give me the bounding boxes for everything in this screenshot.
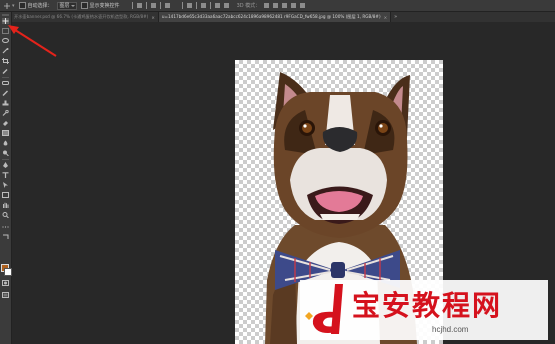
eyedropper-tool-icon[interactable] [2,68,9,74]
close-icon[interactable]: × [151,15,155,20]
toolbar-divider [2,159,9,160]
align-right-icon[interactable] [164,3,170,8]
align-top-icon[interactable] [131,2,133,9]
more-tabs-icon[interactable]: » [394,12,397,22]
annotation-arrow [8,25,57,57]
gradient-tool-icon[interactable] [2,130,9,136]
3d-pan-icon[interactable] [282,3,288,8]
hand-tool-icon[interactable] [2,202,9,208]
3d-scale-icon[interactable] [300,3,306,8]
toolbar-divider [2,77,9,78]
path-select-tool-icon[interactable] [2,182,9,188]
options-bar: ▾ 自动选择： 图层 显示变换控件 3D 模式： [0,0,555,12]
align-bottom-icon[interactable] [145,2,147,9]
distribute-bottom-icon[interactable] [195,2,197,9]
show-transform-label: 显示变换控件 [89,3,120,9]
blur-tool-icon[interactable] [2,140,9,146]
align-hcenter-icon[interactable] [159,2,161,9]
3d-roll-icon[interactable] [273,3,279,8]
brush-tool-icon[interactable] [2,90,9,96]
dodge-tool-icon[interactable] [2,150,9,156]
clone-stamp-tool-icon[interactable] [2,100,9,106]
tab-dog-jpg[interactable]: u=1417bd6e65c3d33aa6aac72abcc624c1896a98… [158,12,392,22]
distribute-right-icon[interactable] [214,3,220,8]
zoom-tool-icon[interactable] [2,212,9,218]
auto-select-value: 图层 [56,1,77,10]
auto-select-dropdown[interactable]: 图层 [56,1,77,10]
distribute-hcenter-icon[interactable] [209,2,211,9]
swap-colors-icon[interactable] [2,234,9,240]
checkbox-icon [18,2,26,9]
pen-tool-icon[interactable] [2,162,9,168]
auto-select-checkbox[interactable]: 自动选择： [18,2,53,9]
checkbox-icon [80,2,88,9]
healing-brush-tool-icon[interactable] [2,80,9,86]
auto-select-label: 自动选择： [27,3,53,9]
eraser-tool-icon[interactable] [2,120,9,126]
close-icon[interactable]: × [384,15,388,20]
watermark-title: 宝安教程网 [352,289,503,322]
distribute-vcenter-icon[interactable] [186,3,192,8]
tools-panel [0,12,12,344]
distribute-top-icon[interactable] [181,2,183,9]
3d-slide-icon[interactable] [291,3,297,8]
document-tab-bar: 开水壶banner.psd @ 66.7% (卡通鸡蛋热水壶开饮机造型款, RG… [11,12,555,22]
move-icon [4,2,10,9]
quick-mask-icon[interactable] [2,280,9,286]
auto-align-icon[interactable] [223,3,229,8]
watermark-logo-icon [305,284,343,334]
type-tool-icon[interactable] [2,172,9,178]
screen-mode-icon[interactable] [2,292,9,298]
3d-rotate-icon[interactable] [264,3,270,8]
history-brush-tool-icon[interactable] [2,110,9,116]
show-transform-checkbox[interactable]: 显示变换控件 [80,2,120,9]
watermark-url: hcjhd.com [432,325,469,334]
shape-tool-icon[interactable] [2,192,9,198]
distribute-left-icon[interactable] [200,3,206,8]
background-color-swatch[interactable] [4,268,12,276]
align-vcenter-icon[interactable] [136,3,142,8]
move-tool-preset[interactable]: ▾ [4,2,15,9]
more-tools-icon[interactable] [2,224,9,230]
tab-label: u=1417bd6e65c3d33aa6aac72abcc624c1896a98… [161,14,381,19]
align-left-icon[interactable] [150,3,156,8]
